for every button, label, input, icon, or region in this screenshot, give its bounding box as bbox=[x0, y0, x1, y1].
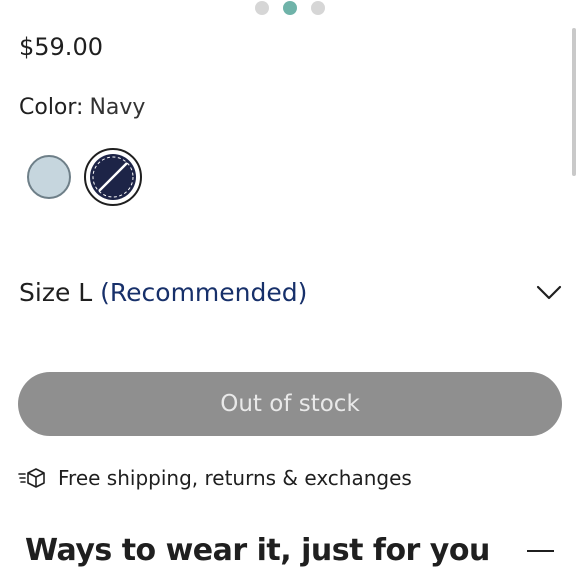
carousel-dot-active[interactable] bbox=[283, 1, 297, 15]
section-title: Ways to wear it, just for you bbox=[25, 533, 490, 568]
size-value: Size L bbox=[19, 278, 93, 307]
size-recommended: (Recommended) bbox=[100, 278, 308, 307]
color-swatches bbox=[27, 148, 142, 206]
color-selection-label: Color: Navy bbox=[19, 95, 145, 120]
size-selector[interactable]: Size L (Recommended) bbox=[19, 278, 562, 307]
out-of-stock-button[interactable]: Out of stock bbox=[18, 372, 562, 436]
scrollbar[interactable] bbox=[572, 28, 576, 176]
carousel-dot[interactable] bbox=[255, 1, 269, 15]
size-label: Size L (Recommended) bbox=[19, 278, 307, 307]
swatch-light-blue[interactable] bbox=[27, 155, 71, 199]
delivery-box-icon bbox=[18, 468, 45, 488]
color-label: Color: bbox=[19, 95, 84, 120]
carousel-dot[interactable] bbox=[311, 1, 325, 15]
shipping-text: Free shipping, returns & exchanges bbox=[58, 466, 412, 490]
swatch-navy-unavailable-icon bbox=[90, 154, 136, 200]
swatch-navy-selected[interactable] bbox=[84, 148, 142, 206]
color-value: Navy bbox=[89, 95, 146, 120]
product-price: $59.00 bbox=[19, 33, 103, 61]
shipping-info: Free shipping, returns & exchanges bbox=[18, 466, 412, 490]
chevron-down-icon[interactable] bbox=[536, 285, 562, 301]
ways-to-wear-section-header[interactable]: Ways to wear it, just for you bbox=[25, 533, 554, 568]
collapse-minus-icon[interactable] bbox=[527, 549, 554, 552]
product-detail-page: $59.00 Color: Navy Size L (Recommended) O… bbox=[0, 0, 580, 580]
carousel-dots bbox=[255, 1, 325, 15]
